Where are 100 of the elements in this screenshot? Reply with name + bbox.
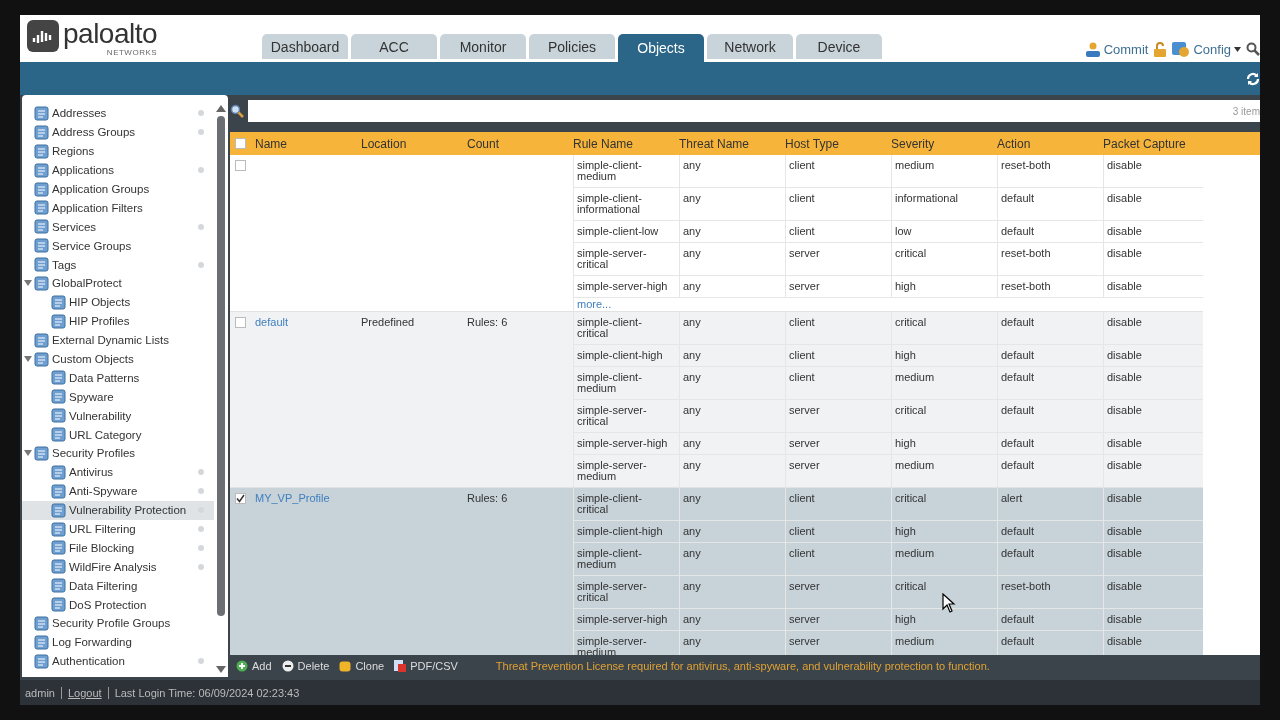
sidebar-item[interactable]: GlobalProtect: [22, 274, 214, 293]
username: admin: [25, 686, 55, 699]
sidebar-item[interactable]: Service Groups: [22, 236, 214, 256]
sidebar-item[interactable]: Custom Objects: [22, 349, 214, 369]
sidebar-item[interactable]: Application Filters: [22, 198, 214, 218]
table-cell: any: [683, 636, 701, 647]
sidebar-item[interactable]: Security Profile Groups: [22, 614, 214, 633]
column-header[interactable]: Host Type: [785, 136, 891, 151]
last-login-time: Last Login Time: 06/09/2024 02:23:43: [114, 686, 300, 699]
document-icon: [51, 313, 66, 329]
row-checkbox[interactable]: [235, 160, 246, 171]
sidebar-item[interactable]: Authentication: [22, 651, 214, 671]
table-cell: default: [1001, 438, 1035, 449]
nav-tab[interactable]: Network: [707, 34, 793, 59]
column-header[interactable]: Rule Name: [573, 136, 679, 151]
table-cell: any: [683, 614, 701, 625]
nav-tab[interactable]: Policies: [529, 34, 615, 59]
table-cell: reset-both: [1001, 281, 1051, 292]
table-cell: disable: [1107, 372, 1142, 383]
table-cell-text: simple-client-informational: [577, 193, 643, 215]
column-header[interactable]: Location: [361, 136, 467, 151]
sidebar-item[interactable]: Antivirus: [22, 462, 214, 482]
scroll-down-icon: [216, 666, 226, 673]
table-cell: default: [1001, 460, 1035, 471]
more-link[interactable]: more...: [577, 298, 612, 310]
sidebar-item[interactable]: URL Filtering: [22, 519, 214, 539]
column-header[interactable]: Count: [467, 136, 573, 151]
config-menu[interactable]: Config: [1172, 41, 1241, 57]
document-icon: [34, 634, 49, 650]
profile-name-link[interactable]: default: [255, 316, 289, 328]
sidebar-item[interactable]: Services: [22, 217, 214, 237]
logout-link[interactable]: Logout: [67, 686, 102, 699]
logo-icon: [27, 20, 59, 52]
sidebar-item[interactable]: URL Category: [22, 425, 214, 445]
table-cell: server: [789, 614, 820, 625]
sidebar-item[interactable]: Application Groups: [22, 179, 214, 199]
expand-arrow-icon[interactable]: [24, 355, 32, 363]
minus-icon: [281, 660, 294, 672]
sidebar-item[interactable]: File Blocking: [22, 538, 214, 558]
nav-tab[interactable]: Objects: [618, 34, 704, 62]
table-cell: medium: [895, 636, 935, 647]
table-cell: server: [789, 636, 820, 647]
sidebar-item[interactable]: Anti-Spyware: [22, 481, 214, 501]
row-checkbox[interactable]: [235, 317, 246, 328]
sidebar-item[interactable]: Tags: [22, 255, 214, 274]
table-cell: disable: [1107, 281, 1142, 292]
table-cell: client: [789, 493, 815, 504]
scrollbar-thumb[interactable]: [217, 116, 225, 616]
export-button[interactable]: PDF/CSV: [394, 660, 458, 672]
column-header[interactable]: Name: [255, 136, 361, 151]
document-icon: [34, 181, 49, 197]
table-cell: medium: [895, 372, 935, 383]
sidebar-item[interactable]: Addresses: [22, 104, 214, 123]
table-cell: disable: [1107, 460, 1142, 471]
sidebar-item[interactable]: Data Patterns: [22, 368, 214, 388]
nav-tab[interactable]: ACC: [351, 34, 437, 59]
license-warning: Threat Prevention License required for antivirus, anti-spyware, and vulnerability protection to function.: [495, 660, 990, 672]
nav-tab[interactable]: Device: [796, 34, 882, 59]
table-cell-text: simple-client-critical: [577, 493, 643, 515]
row-checkbox[interactable]: [235, 493, 246, 504]
document-icon: [51, 559, 66, 575]
table-cell: any: [683, 493, 701, 504]
table-cell: disable: [1107, 636, 1142, 647]
table-cell: simple-client-high: [577, 350, 663, 361]
clone-button[interactable]: Clone: [339, 660, 385, 672]
table-cell: client: [789, 193, 815, 204]
sidebar-item[interactable]: Log Forwarding: [22, 632, 214, 652]
expand-arrow-icon[interactable]: [24, 279, 32, 288]
select-all-checkbox[interactable]: [235, 138, 246, 149]
sidebar-item[interactable]: External Dynamic Lists: [22, 330, 214, 350]
column-header[interactable]: Action: [997, 136, 1103, 151]
column-header[interactable]: Severity: [891, 136, 997, 151]
sidebar-item[interactable]: Address Groups: [22, 122, 214, 142]
commit-button[interactable]: Commit: [1084, 41, 1149, 57]
refresh-icon: [1246, 71, 1260, 86]
sidebar-item[interactable]: Vulnerability: [22, 406, 214, 426]
table-cell: informational: [895, 193, 958, 204]
table-cell: simple-server-high: [577, 438, 668, 449]
table-cell: alert: [1001, 493, 1023, 504]
sidebar-item[interactable]: HIP Objects: [22, 292, 214, 312]
document-icon: [34, 143, 49, 159]
sidebar-item[interactable]: Applications: [22, 160, 214, 180]
delete-button[interactable]: Delete: [281, 660, 330, 672]
sidebar-item[interactable]: Vulnerability Protection: [22, 500, 214, 520]
column-header[interactable]: Packet Capture: [1103, 136, 1203, 151]
sidebar-item[interactable]: Regions: [22, 141, 214, 161]
nav-tab[interactable]: Monitor: [440, 34, 526, 59]
sidebar-item[interactable]: WildFire Analysis: [22, 557, 214, 577]
table-cell: any: [683, 226, 701, 237]
add-button[interactable]: Add: [236, 660, 272, 672]
nav-tab[interactable]: Dashboard: [262, 34, 348, 59]
check-icon: [236, 494, 245, 503]
column-header[interactable]: Threat Name: [679, 136, 785, 151]
sidebar-item[interactable]: Security Profiles: [22, 444, 214, 463]
sidebar-item[interactable]: Spyware: [22, 387, 214, 407]
expand-arrow-icon[interactable]: [24, 449, 32, 458]
sidebar-item[interactable]: Data Filtering: [22, 576, 214, 596]
sidebar-item[interactable]: HIP Profiles: [22, 311, 214, 331]
sidebar-item[interactable]: DoS Protection: [22, 595, 214, 615]
caret-icon: [1234, 46, 1241, 52]
